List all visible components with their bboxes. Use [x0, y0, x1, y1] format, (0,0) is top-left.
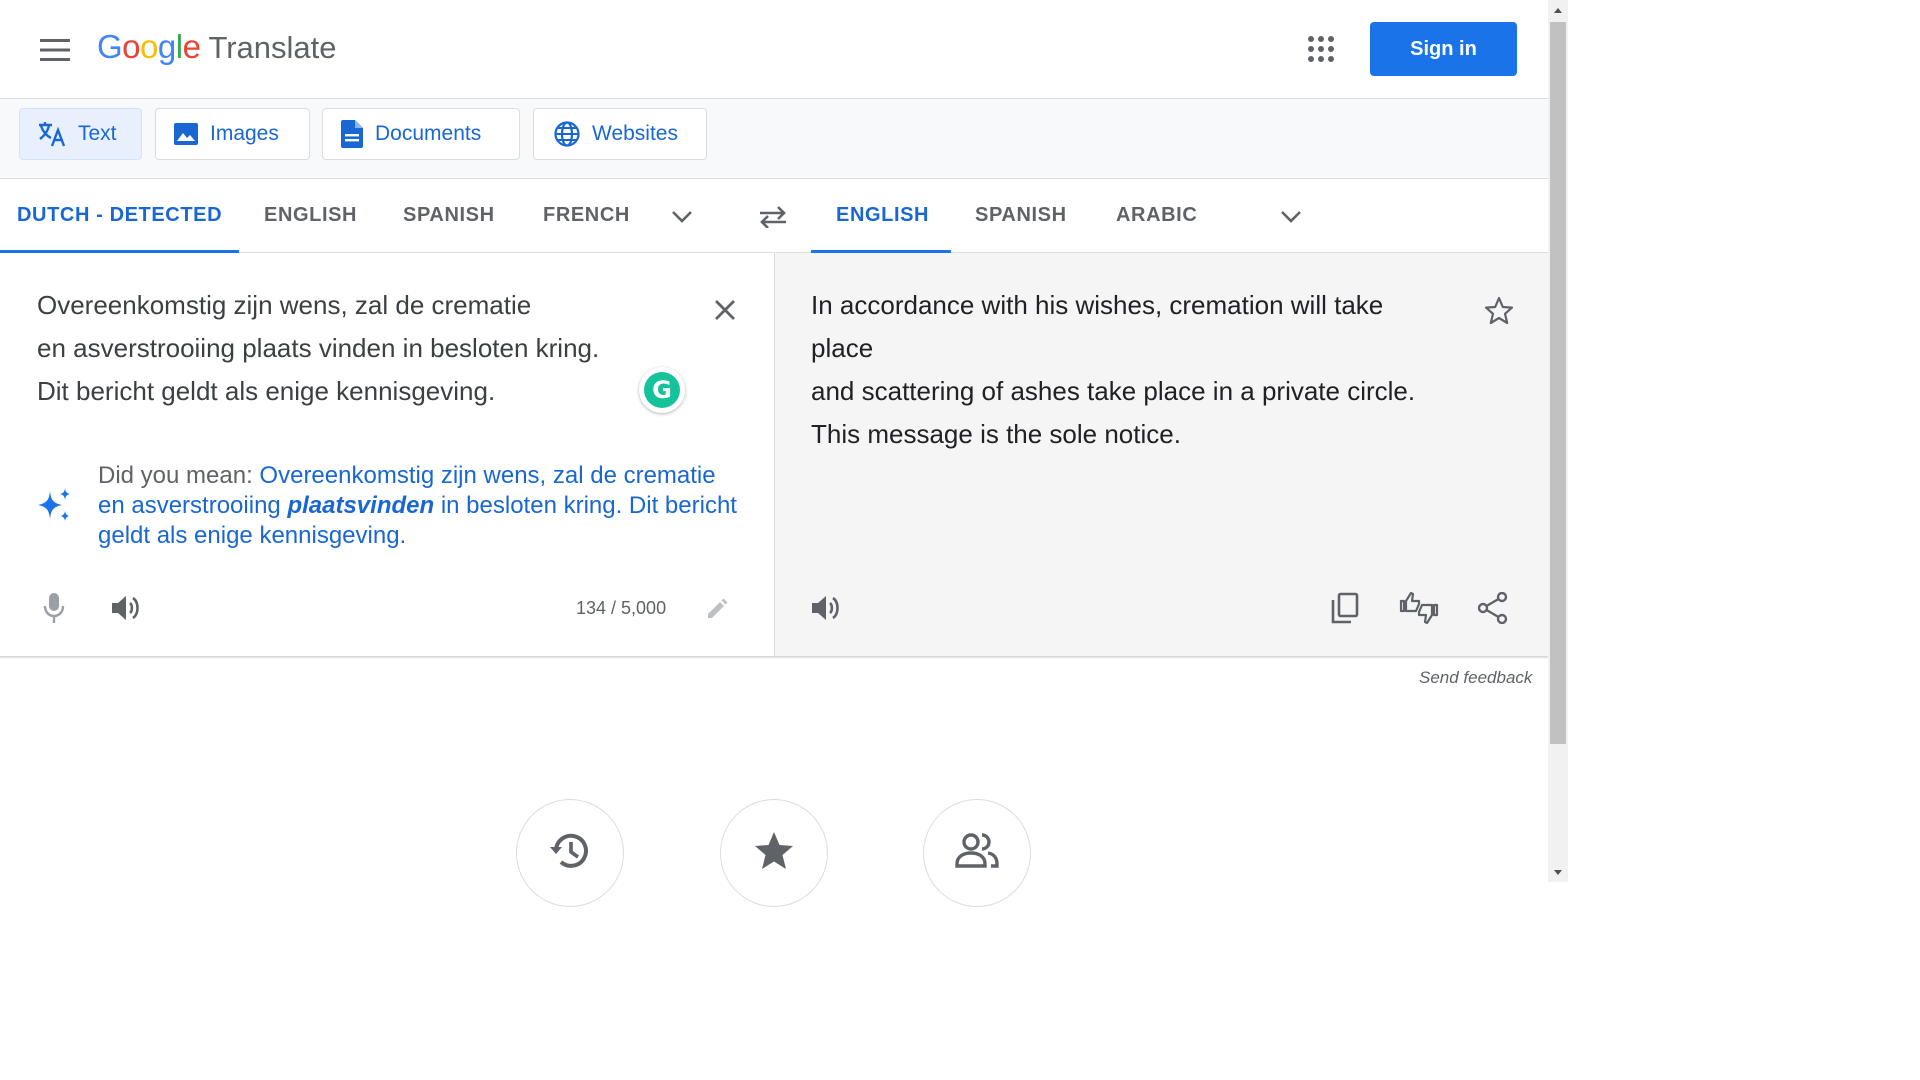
google-apps-button[interactable] [1300, 28, 1342, 70]
scroll-down-arrow-icon [1554, 869, 1562, 875]
voice-input-button[interactable] [32, 586, 76, 630]
source-lang-french[interactable]: FRENCH [543, 179, 630, 252]
character-count: 134 / 5,000 [576, 598, 667, 618]
grammarly-button[interactable]: G [639, 367, 685, 413]
star-outline-icon [1484, 296, 1514, 325]
source-lang-english[interactable]: ENGLISH [264, 179, 357, 252]
google-wordmark: Google [97, 28, 201, 65]
did-you-mean-prefix: Did you mean: [98, 462, 260, 489]
microphone-icon [43, 593, 65, 623]
target-lang-arabic[interactable]: ARABIC [1116, 179, 1197, 252]
copy-translation-button[interactable] [1323, 586, 1367, 630]
tab-text[interactable]: Text [19, 108, 142, 160]
history-button[interactable] [516, 799, 624, 907]
save-translation-button[interactable] [1478, 290, 1520, 332]
source-line: en asverstrooiing plaats vinden in beslo… [37, 333, 600, 363]
clear-source-button[interactable] [705, 290, 745, 330]
app-header: Google Translate Sign in [0, 0, 1548, 99]
speaker-icon [112, 596, 139, 620]
translation-line: This message is the sole notice. [811, 419, 1181, 449]
document-icon [341, 120, 363, 148]
language-bar: DUTCH - DETECTED ENGLISH SPANISH FRENCH … [0, 179, 1548, 253]
listen-translation-button[interactable] [805, 586, 849, 630]
translation-line: place [811, 333, 874, 363]
suggestion-correction: plaatsvinden [287, 492, 435, 519]
scroll-up-arrow-icon [1554, 7, 1562, 13]
saved-button[interactable] [720, 799, 828, 907]
tab-websites[interactable]: Websites [533, 108, 707, 160]
community-icon [955, 833, 999, 868]
apps-grid-icon [1308, 36, 1334, 62]
google-translate-logo[interactable]: Google Translate [97, 28, 337, 66]
globe-icon [554, 121, 580, 147]
chevron-down-icon [672, 211, 692, 223]
translate-icon [39, 122, 66, 147]
share-icon [1478, 592, 1508, 624]
translation-line: and scattering of ashes take place in a … [811, 376, 1416, 406]
contribute-button[interactable] [923, 799, 1031, 907]
source-line: Dit bericht geldt als enige kennisgeving… [37, 376, 496, 406]
scrollbar-thumb[interactable] [1550, 22, 1566, 744]
main-menu-button[interactable] [30, 27, 80, 73]
target-lang-more-button[interactable] [1271, 197, 1311, 237]
translation-output: In accordance with his wishes, cremation… [811, 284, 1415, 456]
thumbs-rating-icon [1399, 591, 1439, 625]
edit-button[interactable] [695, 587, 739, 631]
target-lang-english[interactable]: ENGLISH [836, 179, 929, 252]
target-panel: In accordance with his wishes, cremation… [775, 253, 1548, 657]
grammarly-icon: G [644, 372, 680, 408]
tab-websites-label: Websites [592, 122, 678, 145]
source-panel: Overeenkomstig zijn wens, zal de cremati… [0, 253, 775, 657]
panels-divider [0, 656, 1548, 659]
history-icon [550, 833, 588, 868]
sign-in-button[interactable]: Sign in [1370, 22, 1517, 76]
did-you-mean-suggestion: Did you mean: Overeenkomstig zijn wens, … [98, 461, 738, 551]
image-icon [174, 123, 198, 145]
tab-text-label: Text [78, 122, 117, 145]
copy-icon [1331, 592, 1359, 624]
tab-images[interactable]: Images [155, 108, 310, 160]
swap-languages-button[interactable] [753, 197, 793, 237]
source-textarea[interactable]: Overeenkomstig zijn wens, zal de cremati… [37, 284, 599, 413]
close-icon [715, 300, 735, 320]
send-feedback-link[interactable]: Send feedback [1419, 668, 1532, 688]
source-lang-spanish[interactable]: SPANISH [403, 179, 495, 252]
tab-documents-label: Documents [375, 122, 482, 145]
sparkle-icon [38, 488, 70, 521]
pencil-icon [708, 598, 728, 618]
target-lang-spanish[interactable]: SPANISH [975, 179, 1067, 252]
rate-translation-button[interactable] [1397, 586, 1441, 630]
tab-images-label: Images [210, 122, 279, 145]
speaker-icon [812, 596, 839, 620]
source-line: Overeenkomstig zijn wens, zal de cremati… [37, 290, 532, 320]
swap-icon [760, 206, 786, 228]
share-translation-button[interactable] [1471, 586, 1515, 630]
chevron-down-icon [1281, 211, 1301, 223]
tab-documents[interactable]: Documents [322, 108, 520, 160]
listen-source-button[interactable] [105, 586, 149, 630]
scroll-down-button[interactable] [1548, 864, 1568, 880]
scroll-up-button[interactable] [1548, 2, 1568, 18]
source-lang-more-button[interactable] [662, 197, 702, 237]
product-name: Translate [208, 30, 337, 65]
source-lang-detected[interactable]: DUTCH - DETECTED [17, 179, 222, 252]
hamburger-icon [40, 39, 70, 61]
mode-tab-bar: Text Images Documents Websites [0, 99, 1548, 179]
star-icon [755, 832, 793, 869]
translation-line: In accordance with his wishes, cremation… [811, 290, 1384, 320]
